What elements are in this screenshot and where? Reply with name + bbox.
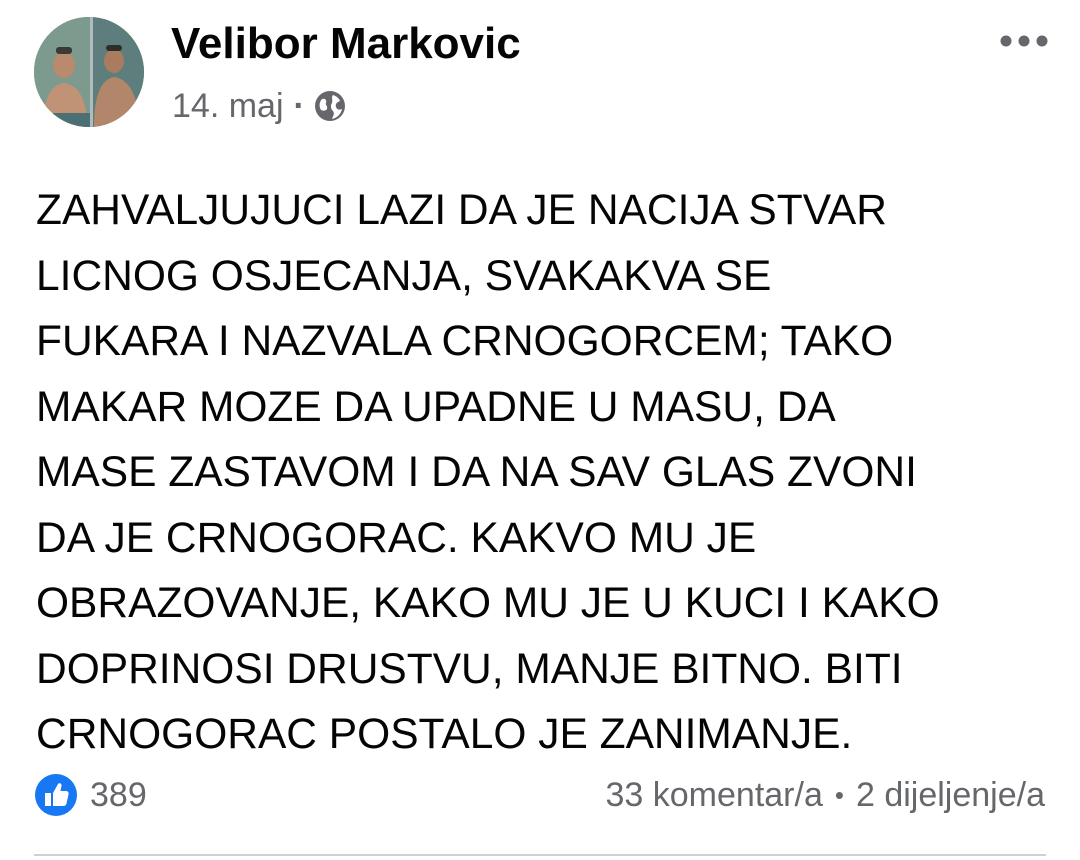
reactions-summary[interactable]: 389 [34,772,147,818]
shares-count[interactable]: 2 dijeljenje/a [856,776,1045,815]
more-horizontal-icon [1000,35,1048,47]
more-options-button[interactable] [996,26,1052,56]
author-name[interactable]: Velibor Markovic [171,18,521,70]
comments-count[interactable]: 33 komentar/a [606,776,823,815]
reaction-count: 389 [90,775,147,814]
avatar[interactable] [34,17,144,127]
stats-separator: • [834,779,844,810]
post-date[interactable]: 14. maj [172,87,284,126]
thumbs-up-icon [34,773,78,817]
avatar-photo [34,17,144,127]
facebook-post: Velibor Markovic 14. maj · ZAHVALJUJUCI … [0,0,1080,860]
divider [34,854,1046,856]
meta-separator: · [293,86,305,125]
globe-icon[interactable] [313,89,347,123]
post-meta: 14. maj · [172,84,347,128]
engagement-stats: 33 komentar/a • 2 dijeljenje/a [606,772,1046,818]
post-text: ZAHVALJUJUCI LAZI DA JE NACIJA STVAR LIC… [36,187,940,758]
